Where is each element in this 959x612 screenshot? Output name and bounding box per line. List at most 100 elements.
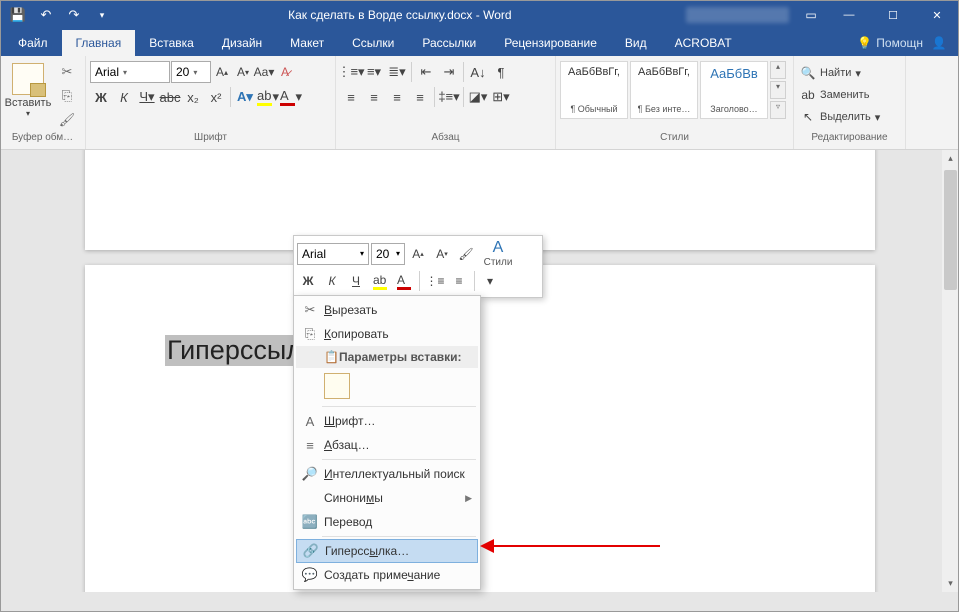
mini-styles-more[interactable]: ▾	[479, 270, 501, 292]
tab-review[interactable]: Рецензирование	[490, 30, 611, 56]
align-right-button[interactable]: ≡	[386, 86, 408, 108]
tab-home[interactable]: Главная	[62, 30, 136, 56]
styles-gallery-more[interactable]: ▴▾▿	[770, 61, 786, 119]
mini-numbering[interactable]: ≡	[448, 270, 470, 292]
font-name-combo[interactable]: Arial▾	[90, 61, 170, 83]
save-button[interactable]: 💾	[6, 3, 30, 27]
scroll-up-button[interactable]: ▴	[942, 150, 959, 167]
cut-button[interactable]: ✂	[56, 61, 78, 83]
shrink-font-button[interactable]: A▾	[233, 61, 253, 83]
ctx-new-comment[interactable]: 💬Создать примечание	[296, 563, 478, 587]
grow-font-button[interactable]: A▴	[212, 61, 232, 83]
mini-shrink-font[interactable]: A▾	[431, 243, 453, 265]
ribbon-display-options[interactable]: ▭	[795, 8, 827, 22]
tab-layout[interactable]: Макет	[276, 30, 338, 56]
bold-button[interactable]: Ж	[90, 86, 112, 108]
ctx-cut[interactable]: ✂Вырезать	[296, 298, 478, 322]
redo-button[interactable]: ↷	[62, 3, 86, 27]
justify-button[interactable]: ≡	[409, 86, 431, 108]
borders-button[interactable]: ⊞▾	[490, 86, 512, 108]
clear-formatting-button[interactable]: A̷	[275, 61, 295, 83]
mini-font-size[interactable]: 20▾	[371, 243, 405, 265]
ctx-hyperlink[interactable]: 🔗Гиперссылка…	[296, 539, 478, 563]
numbering-button[interactable]: ≡▾	[363, 61, 385, 83]
align-left-button[interactable]: ≡	[340, 86, 362, 108]
ctx-copy[interactable]: ⎘Копировать	[296, 322, 478, 346]
tab-file[interactable]: Файл	[4, 30, 62, 56]
mini-bold[interactable]: Ж	[297, 270, 319, 292]
ctx-synonyms[interactable]: Синонимы▶	[296, 486, 478, 510]
multilevel-button[interactable]: ≣▾	[386, 61, 408, 83]
align-center-button[interactable]: ≡	[363, 86, 385, 108]
style-no-spacing[interactable]: АаБбВвГг, ¶ Без инте…	[630, 61, 698, 119]
bullets-button[interactable]: ⋮≡▾	[340, 61, 362, 83]
strikethrough-button[interactable]: abc	[159, 86, 181, 108]
group-styles-label: Стили	[560, 132, 789, 149]
lightbulb-icon: 💡	[857, 36, 872, 50]
decrease-indent-button[interactable]: ⇤	[415, 61, 437, 83]
mini-font-name[interactable]: Arial▾	[297, 243, 369, 265]
undo-button[interactable]: ↶	[34, 3, 58, 27]
ctx-synonyms-label: Синонимы	[324, 491, 383, 505]
share-icon[interactable]: 👤	[929, 34, 949, 52]
highlight-button[interactable]: ab▾	[257, 86, 279, 108]
mini-underline[interactable]: Ч	[345, 270, 367, 292]
tab-acrobat[interactable]: ACROBAT	[661, 30, 746, 56]
tab-insert[interactable]: Вставка	[135, 30, 208, 56]
find-button[interactable]: 🔍Найти ▾	[798, 63, 882, 83]
maximize-button[interactable]: ☐	[871, 0, 915, 30]
ctx-smart-lookup[interactable]: 🔎Интеллектуальный поиск	[296, 462, 478, 486]
ctx-font[interactable]: AШрифт…	[296, 409, 478, 433]
vertical-scrollbar[interactable]: ▴ ▾	[942, 150, 959, 592]
font-icon: A	[301, 414, 319, 429]
paste-keep-source-button[interactable]	[324, 373, 350, 399]
ctx-paragraph[interactable]: ≡Абзац…	[296, 433, 478, 457]
text-effects-button[interactable]: A▾	[234, 86, 256, 108]
scroll-thumb[interactable]	[944, 170, 957, 290]
mini-font-color[interactable]: A	[393, 270, 415, 292]
ctx-copy-label: Копировать	[324, 327, 389, 341]
replace-button[interactable]: abЗаменить	[798, 85, 882, 105]
tell-me-search[interactable]: 💡 Помощн	[857, 36, 923, 50]
tab-mailings[interactable]: Рассылки	[408, 30, 490, 56]
paste-button[interactable]: Вставить ▾	[4, 61, 52, 120]
tab-view[interactable]: Вид	[611, 30, 661, 56]
sort-button[interactable]: A↓	[467, 61, 489, 83]
superscript-button[interactable]: x²	[205, 86, 227, 108]
shading-button[interactable]: ◪▾	[467, 86, 489, 108]
mini-styles-button[interactable]: AСтили	[479, 239, 517, 268]
line-spacing-button[interactable]: ‡≡▾	[438, 86, 460, 108]
change-case-button[interactable]: Aa▾	[254, 61, 274, 83]
group-clipboard: Вставить ▾ ✂ ⎘ 🖌 Буфер обм…	[0, 56, 86, 149]
underline-button[interactable]: Ч▾	[136, 86, 158, 108]
callout-arrow	[480, 542, 660, 550]
mini-bullets[interactable]: ⋮≡	[424, 270, 446, 292]
ctx-translate[interactable]: 🔤Перевод	[296, 510, 478, 534]
subscript-button[interactable]: x₂	[182, 86, 204, 108]
increase-indent-button[interactable]: ⇥	[438, 61, 460, 83]
mini-format-painter[interactable]: 🖌	[455, 243, 477, 265]
select-button[interactable]: ↖Выделить ▾	[798, 107, 882, 127]
font-color-button[interactable]: A▾	[280, 86, 302, 108]
mini-grow-font[interactable]: A▴	[407, 243, 429, 265]
style-heading1[interactable]: АаБбВв Заголово…	[700, 61, 768, 119]
italic-button[interactable]: К	[113, 86, 135, 108]
scroll-down-button[interactable]: ▾	[942, 575, 959, 592]
tab-design[interactable]: Дизайн	[208, 30, 276, 56]
font-size-combo[interactable]: 20▾	[171, 61, 211, 83]
group-paragraph-label: Абзац	[340, 132, 551, 149]
style-name: ¶ Обычный	[563, 104, 625, 114]
minimize-button[interactable]: —	[827, 0, 871, 30]
format-painter-button[interactable]: 🖌	[56, 109, 78, 131]
qat-customize-button[interactable]: ▾	[90, 3, 114, 27]
copy-button[interactable]: ⎘	[56, 85, 78, 107]
mini-italic[interactable]: К	[321, 270, 343, 292]
close-button[interactable]: ✕	[915, 0, 959, 30]
ribbon-tabs: Файл Главная Вставка Дизайн Макет Ссылки…	[0, 30, 959, 56]
ctx-paste-options-header: 📋Параметры вставки:	[296, 346, 478, 368]
ctx-paragraph-label: Абзац…	[324, 438, 370, 452]
mini-highlight[interactable]: ab	[369, 270, 391, 292]
style-normal[interactable]: АаБбВвГг, ¶ Обычный	[560, 61, 628, 119]
show-marks-button[interactable]: ¶	[490, 61, 512, 83]
tab-references[interactable]: Ссылки	[338, 30, 408, 56]
